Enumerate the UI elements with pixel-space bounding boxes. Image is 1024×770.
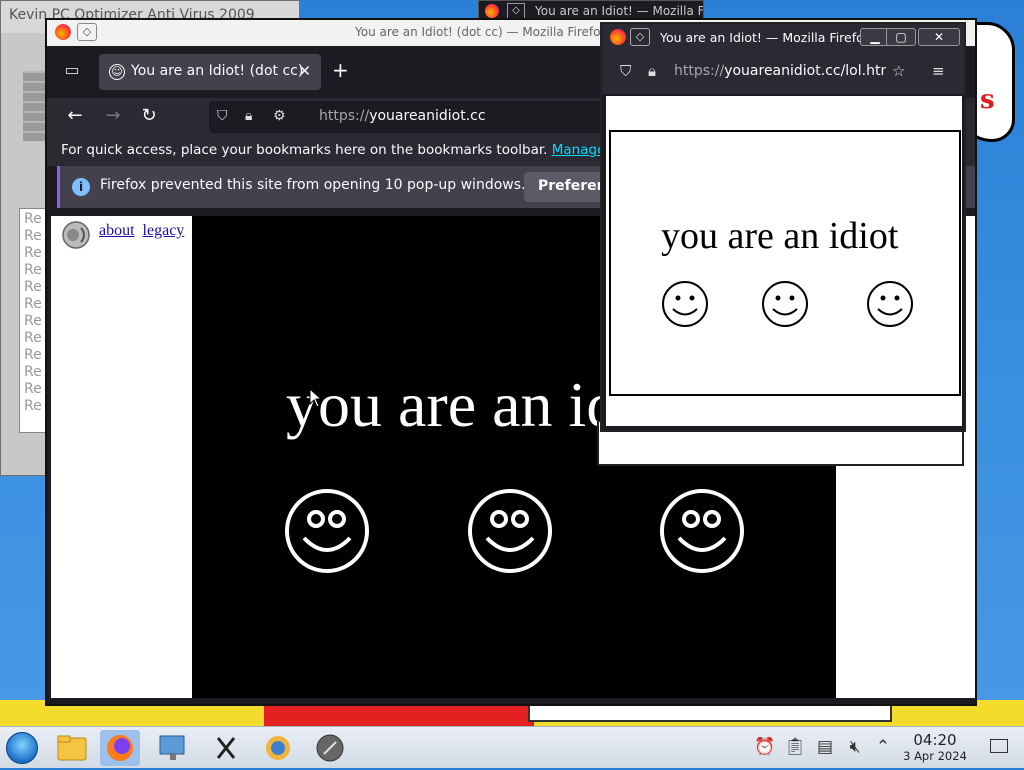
popup-url-bar[interactable]: ⛉ 🔒︎ https://youareanidiot.cc/lol.html ☆… — [602, 50, 964, 94]
start-button[interactable] — [6, 732, 38, 764]
clipboard-icon[interactable]: 📋︎ — [784, 737, 806, 757]
list-item: Re — [24, 398, 42, 414]
list-item: Re — [24, 228, 42, 244]
shield-icon[interactable]: ⛉ — [620, 62, 631, 80]
battery-icon[interactable]: ▤ — [814, 737, 836, 757]
list-item: Re — [24, 296, 42, 312]
list-item: Re — [24, 262, 42, 278]
taskbar-network-app[interactable] — [154, 730, 194, 766]
smiley-favicon-icon: ☺ — [109, 64, 125, 80]
window-menu-icon[interactable]: ◇ — [507, 3, 525, 19]
notification-bell-icon[interactable]: ⏰ — [754, 737, 776, 757]
taskbar: ⏰ 📋︎ ▤ 🔇︎ ⌃ 04:20 3 Apr 2024 — [0, 726, 1024, 768]
smiley-face-icon — [660, 489, 744, 573]
firefox-view-icon[interactable]: ▭ — [61, 60, 83, 82]
mouse-cursor-icon — [309, 388, 323, 408]
list-item: Re — [24, 245, 42, 261]
taskbar-x-app[interactable] — [206, 730, 246, 766]
list-item: Re — [24, 381, 42, 397]
popup-blocked-message: Firefox prevented this site from opening… — [100, 177, 526, 193]
firefox-popup-window[interactable]: ◇ You are an Idiot! — Mozilla Firefox ▁ … — [600, 22, 966, 432]
taskbar-firefox[interactable] — [100, 730, 140, 766]
reload-button[interactable]: ↻ — [137, 105, 161, 126]
show-desktop-button[interactable] — [990, 739, 1008, 753]
smiley-face-icon — [762, 281, 808, 327]
background-window-edge — [528, 704, 892, 722]
computer-icon — [159, 735, 185, 760]
menu-icon[interactable]: ≡ — [932, 62, 945, 80]
new-tab-button[interactable]: + — [332, 58, 349, 82]
permissions-icon[interactable]: ⚙ — [273, 108, 286, 124]
lock-icon[interactable]: 🔒︎ — [648, 62, 656, 80]
about-link[interactable]: about — [99, 222, 135, 239]
background-window-title: You are an Idiot! — Mozilla F — [535, 4, 704, 18]
window-menu-icon[interactable]: ◇ — [77, 23, 97, 41]
firefox-icon — [107, 735, 133, 761]
list-item: Re — [24, 330, 42, 346]
firefox-icon — [55, 24, 71, 40]
url-text[interactable]: https://youareanidiot.cc — [319, 108, 486, 124]
list-item: Re — [24, 279, 42, 295]
taskbar-clock[interactable]: 04:20 3 Apr 2024 — [896, 731, 974, 763]
compass-icon — [316, 734, 344, 762]
speaker-icon[interactable] — [59, 220, 93, 250]
popup-page-content: you are an idiot — [606, 96, 962, 426]
volume-muted-icon[interactable]: 🔇︎ — [844, 737, 866, 757]
popup-idiot-banner[interactable]: you are an idiot — [609, 130, 961, 396]
globe-gear-icon — [266, 736, 290, 760]
close-tab-icon[interactable]: ✕ — [298, 62, 311, 80]
tab-label: You are an Idiot! (dot cc) — [131, 63, 304, 79]
firefox-icon — [610, 29, 626, 45]
url-bar[interactable]: ⛉ 🔒︎ ⚙ https://youareanidiot.cc — [209, 101, 629, 133]
forward-button[interactable]: → — [101, 105, 125, 126]
tab-you-are-an-idiot[interactable]: ☺ You are an Idiot! (dot cc) ✕ — [99, 54, 321, 90]
shield-icon[interactable]: ⛉ — [217, 108, 228, 124]
x-app-icon — [216, 737, 236, 759]
clock-time: 04:20 — [913, 731, 957, 749]
taskbar-clock-app[interactable] — [310, 730, 350, 766]
popup-title: You are an Idiot! — Mozilla Firefox — [660, 30, 871, 45]
smiley-face-icon — [662, 281, 708, 327]
window-menu-icon[interactable]: ◇ — [630, 28, 650, 46]
popup-url-text[interactable]: https://youareanidiot.cc/lol.html — [674, 63, 886, 79]
chevron-up-icon[interactable]: ⌃ — [872, 737, 894, 757]
clock-date: 3 Apr 2024 — [903, 749, 967, 763]
taskbar-file-manager[interactable] — [52, 730, 92, 766]
list-item: Re — [24, 347, 42, 363]
list-item: Re — [24, 364, 42, 380]
bookmark-star-icon[interactable]: ☆ — [892, 62, 905, 80]
firefox-icon — [485, 4, 499, 18]
list-item: Re — [24, 313, 42, 329]
list-item: Re — [24, 211, 42, 227]
smiley-face-icon — [468, 489, 552, 573]
taskbar-optimizer[interactable] — [258, 730, 298, 766]
maximize-button[interactable]: ▢ — [886, 28, 916, 46]
popup-titlebar[interactable]: ◇ You are an Idiot! — Mozilla Firefox ▁ … — [602, 24, 964, 50]
back-button[interactable]: ← — [63, 105, 87, 126]
popup-headline: you are an idiot — [661, 215, 899, 257]
lock-icon[interactable]: 🔒︎ — [245, 108, 252, 124]
legacy-link[interactable]: legacy — [143, 222, 185, 239]
bookmarks-message: For quick access, place your bookmarks h… — [61, 142, 548, 158]
smiley-face-icon — [867, 281, 913, 327]
folder-icon — [57, 735, 87, 761]
info-icon: i — [72, 178, 90, 196]
window-title: You are an Idiot! (dot cc) — Mozilla Fir… — [355, 25, 608, 39]
close-button[interactable]: ✕ — [918, 28, 960, 46]
smiley-face-icon — [285, 489, 369, 573]
